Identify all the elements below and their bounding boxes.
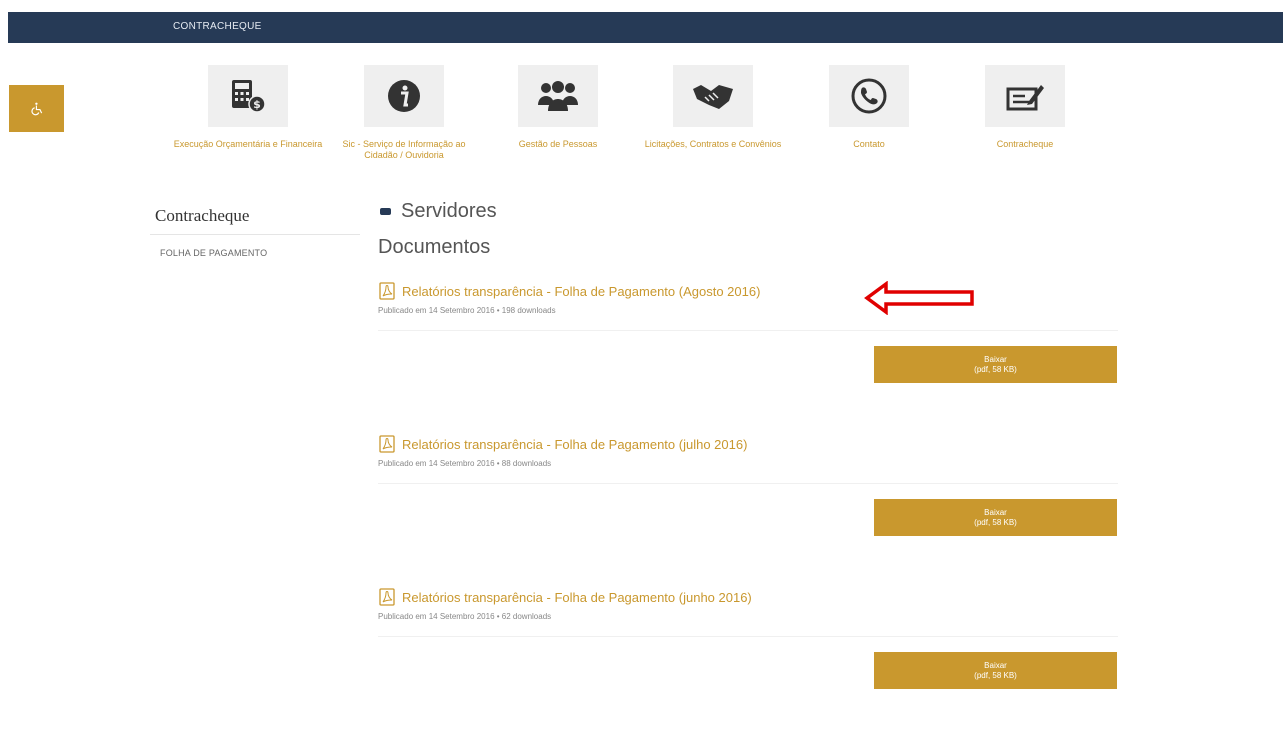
- people-icon: [538, 81, 578, 111]
- accessibility-button[interactable]: [9, 85, 64, 132]
- download-button-label: Baixar: [984, 355, 1007, 364]
- document-link[interactable]: Relatórios transparência - Folha de Paga…: [378, 435, 1118, 453]
- document-link[interactable]: Relatórios transparência - Folha de Paga…: [378, 282, 1118, 300]
- phone-icon: [851, 78, 887, 114]
- svg-text:$: $: [253, 98, 261, 111]
- nav-item-licitacoes[interactable]: Licitações, Contratos e Convênios: [633, 65, 793, 150]
- document-item: Relatórios transparência - Folha de Paga…: [378, 435, 1118, 545]
- nav-label: Contracheque: [996, 139, 1054, 149]
- nav-item-gestao-pessoas[interactable]: Gestão de Pessoas: [478, 65, 638, 150]
- nav-item-contracheque[interactable]: Contracheque: [945, 65, 1105, 150]
- nav-label: Contato: [853, 139, 885, 149]
- download-button[interactable]: Baixar (pdf, 58 KB): [874, 499, 1117, 536]
- document-meta: Publicado em 14 Setembro 2016 • 62 downl…: [378, 612, 552, 621]
- document-title: Relatórios transparência - Folha de Paga…: [402, 436, 748, 452]
- document-title: Relatórios transparência - Folha de Paga…: [402, 283, 761, 299]
- nav-label: Execução Orçamentária e Financeira: [173, 139, 323, 149]
- download-button[interactable]: Baixar (pdf, 58 KB): [874, 346, 1117, 383]
- download-button-size: (pdf, 58 KB): [974, 518, 1017, 527]
- annotation-arrow-icon: [864, 281, 974, 315]
- pdf-icon: [379, 282, 395, 300]
- nav-label: Licitações, Contratos e Convênios: [644, 139, 782, 149]
- wheelchair-icon: [30, 102, 42, 115]
- download-button-size: (pdf, 58 KB): [974, 365, 1017, 374]
- nav-item-contato[interactable]: Contato: [789, 65, 949, 150]
- document-meta: Publicado em 14 Setembro 2016 • 88 downl…: [378, 459, 552, 468]
- sidebar-divider: [150, 234, 360, 235]
- paycheck-icon: [1006, 85, 1044, 111]
- nav-icon-box: [985, 65, 1065, 127]
- download-button-size: (pdf, 58 KB): [974, 671, 1017, 680]
- info-icon: [388, 80, 420, 112]
- document-item: Relatórios transparência - Folha de Paga…: [378, 282, 1118, 392]
- pdf-icon: [379, 588, 395, 606]
- document-divider: [378, 483, 1118, 484]
- sidebar-item-folha-pagamento[interactable]: FOLHA DE PAGAMENTO: [160, 248, 267, 258]
- section-title: Documentos: [378, 236, 491, 258]
- nav-item-execucao[interactable]: $ Execução Orçamentária e Financeira: [168, 65, 328, 150]
- download-button-label: Baixar: [984, 508, 1007, 517]
- sidebar-title: Contracheque: [155, 206, 250, 225]
- nav-item-sic[interactable]: Sic - Serviço de Informação ao Cidadão /…: [324, 65, 484, 161]
- category-label: Servidores: [401, 200, 497, 222]
- document-title: Relatórios transparência - Folha de Paga…: [402, 589, 752, 605]
- document-divider: [378, 636, 1118, 637]
- nav-label: Gestão de Pessoas: [518, 139, 598, 149]
- page-header-title: CONTRACHEQUE: [173, 21, 262, 32]
- top-bar: CONTRACHEQUE: [8, 12, 1283, 43]
- download-button-label: Baixar: [984, 661, 1007, 670]
- download-button[interactable]: Baixar (pdf, 58 KB): [874, 652, 1117, 689]
- document-item: Relatórios transparência - Folha de Paga…: [378, 588, 1118, 698]
- pdf-icon: [379, 435, 395, 453]
- document-link[interactable]: Relatórios transparência - Folha de Paga…: [378, 588, 1118, 606]
- nav-icon-box: [829, 65, 909, 127]
- document-meta: Publicado em 14 Setembro 2016 • 198 down…: [378, 306, 556, 315]
- nav-icon-box: $: [208, 65, 288, 127]
- calculator-icon: $: [232, 80, 266, 113]
- document-divider: [378, 330, 1118, 331]
- nav-icon-box: [518, 65, 598, 127]
- nav-label: Sic - Serviço de Informação ao Cidadão /…: [342, 139, 466, 160]
- category-bullet-icon: [380, 208, 391, 215]
- category-title: Servidores: [380, 200, 497, 223]
- nav-icon-box: [364, 65, 444, 127]
- handshake-icon: [693, 85, 733, 109]
- nav-icon-box: [673, 65, 753, 127]
